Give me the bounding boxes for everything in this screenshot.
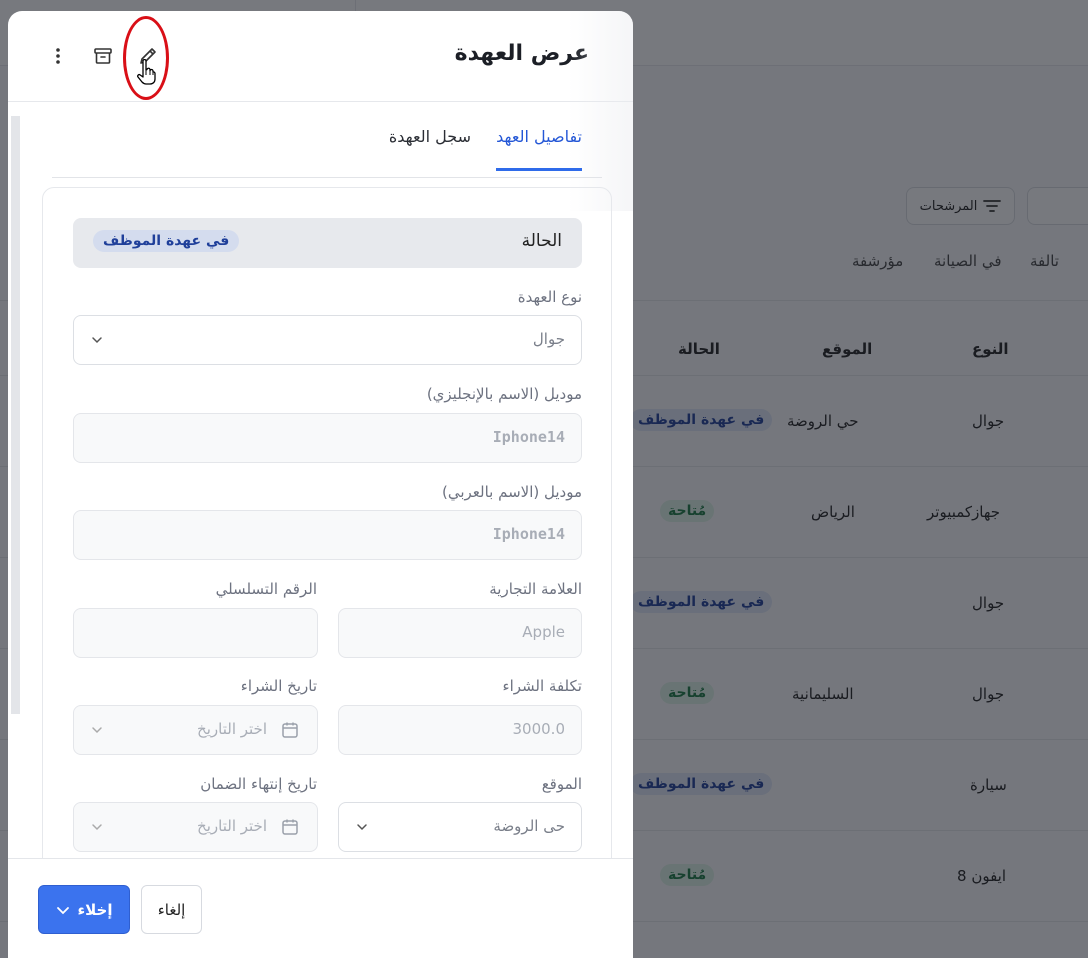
table-cell-location: السليمانية [792, 685, 854, 703]
table-cell-type: جهازكمبيوتر [927, 503, 1001, 521]
status-badge: في عهدة الموظف [93, 230, 240, 252]
status-badge: مُتاحة [660, 500, 715, 522]
status-badge: مُتاحة [660, 682, 715, 704]
purchase-date-picker[interactable]: اختر التاريخ [73, 705, 318, 755]
status-badge: في عهدة الموظف [630, 773, 773, 795]
custody-type-value: جوال [532, 330, 565, 348]
status-badge: في عهدة الموظف [630, 409, 773, 431]
model-ar-value: Iphone14 [492, 525, 565, 543]
more-vertical-icon [56, 48, 60, 64]
custody-type-label: نوع العهدة [517, 288, 582, 306]
search-input[interactable] [1027, 187, 1088, 225]
table-cell-type: ايفون 8 [957, 867, 1007, 885]
table-cell-location: حي الروضة [787, 412, 859, 430]
status-row: الحالة في عهدة الموظف [73, 218, 582, 268]
scrollbar[interactable] [11, 116, 20, 714]
drawer-tabs: تفاصيل العهد سجل العهدة [52, 111, 602, 178]
warranty-end-label: تاريخ إنتهاء الضمان [200, 775, 317, 793]
tab-damaged[interactable]: تالفة [1030, 252, 1059, 270]
model-ar-field[interactable]: Iphone14 [73, 510, 582, 560]
table-cell-type: سيارة [970, 776, 1007, 794]
purchase-cost-value: 3000.0 [512, 720, 566, 738]
filters-label: المرشحات [919, 198, 978, 214]
chevron-down-icon [92, 337, 102, 344]
chevron-down-icon [357, 824, 367, 831]
model-en-value: Iphone14 [492, 428, 565, 446]
location-label: الموقع [541, 775, 582, 793]
custody-details-drawer: عرض العهدة تفاصيل العهد سجل العهدة الحال… [8, 11, 633, 958]
status-label: الحالة [521, 231, 562, 251]
column-header-type: النوع [972, 340, 1009, 358]
drawer-title: عرض العهدة [454, 41, 589, 66]
location-select[interactable]: حى الروضة [338, 802, 582, 852]
chevron-down-icon [92, 824, 102, 831]
more-options-button[interactable] [44, 42, 72, 70]
archive-button[interactable] [89, 42, 117, 70]
tab-custody-details[interactable]: تفاصيل العهد [496, 127, 582, 171]
model-ar-label: موديل (الاسم بالعربي) [441, 483, 582, 501]
column-header-status: الحالة [678, 340, 720, 358]
model-en-label: موديل (الاسم بالإنجليزي) [426, 385, 582, 403]
warranty-end-picker[interactable]: اختر التاريخ [73, 802, 318, 852]
brand-label: العلامة التجارية [489, 580, 582, 598]
release-dropdown-button[interactable]: إخلاء [38, 885, 130, 934]
serial-label: الرقم التسلسلي [215, 580, 317, 598]
table-cell-location: الرياض [811, 503, 855, 521]
filter-icon [983, 200, 1002, 212]
serial-field[interactable] [73, 608, 318, 658]
cancel-button[interactable]: إلغاء [141, 885, 202, 934]
location-value: حى الروضة [493, 817, 565, 835]
highlight-circle [123, 16, 169, 100]
warranty-end-placeholder: اختر التاريخ [197, 817, 267, 835]
archive-icon [94, 48, 112, 64]
purchase-date-placeholder: اختر التاريخ [197, 720, 267, 738]
column-header-location: الموقع [822, 340, 873, 358]
drawer-header: عرض العهدة [8, 11, 633, 102]
tab-archived[interactable]: مؤرشفة [852, 252, 903, 270]
drawer-footer: إخلاء إلغاء [8, 858, 633, 958]
status-badge: مُتاحة [660, 864, 715, 886]
filters-button[interactable]: المرشحات [906, 187, 1015, 225]
chevron-down-icon [92, 727, 102, 734]
chevron-down-icon [56, 906, 69, 914]
table-cell-type: جوال [972, 594, 1005, 612]
status-badge: في عهدة الموظف [630, 591, 773, 613]
tab-custody-log[interactable]: سجل العهدة [389, 127, 471, 168]
table-cell-type: جوال [972, 412, 1005, 430]
purchase-date-label: تاريخ الشراء [240, 677, 317, 695]
table-cell-type: جوال [972, 685, 1005, 703]
release-button-label: إخلاء [77, 900, 113, 919]
brand-value: Apple [522, 623, 565, 641]
calendar-icon [282, 722, 298, 738]
purchase-cost-label: تكلفة الشراء [502, 677, 582, 695]
purchase-cost-field[interactable]: 3000.0 [338, 705, 582, 755]
brand-field[interactable]: Apple [338, 608, 582, 658]
custody-type-select[interactable]: جوال [73, 315, 582, 365]
tab-maintenance[interactable]: في الصيانة [934, 252, 1002, 270]
model-en-field[interactable]: Iphone14 [73, 413, 582, 463]
calendar-icon [282, 819, 298, 835]
